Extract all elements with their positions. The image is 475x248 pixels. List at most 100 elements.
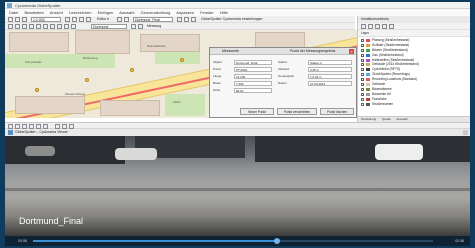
next-extent-icon[interactable]	[43, 24, 48, 29]
list-by-source-icon[interactable]	[368, 24, 373, 29]
copy-icon[interactable]	[72, 17, 77, 22]
date-field[interactable]: 27.03.2013	[308, 81, 352, 86]
layer-checkbox[interactable]: ✓	[361, 73, 365, 77]
delete-point-button[interactable]: Punkt löschen	[320, 108, 354, 115]
point-field[interactable]: PT-0001	[234, 67, 272, 72]
layer-name: GlobeSpotter (Recordings)	[372, 72, 410, 77]
height-field[interactable]: 82,61	[234, 88, 272, 93]
menu-item-geoverarbeitung[interactable]: Geoverarbeitung	[141, 10, 171, 15]
zoom-out-icon[interactable]	[15, 24, 20, 29]
list-by-selection-icon[interactable]	[382, 24, 387, 29]
sketch-icon[interactable]	[117, 17, 122, 22]
layer-checkbox[interactable]: ✓	[361, 87, 365, 91]
object-field[interactable]: Dortmund_Final	[234, 60, 272, 65]
layer-checkbox[interactable]: ✓	[361, 53, 365, 57]
edit-vertices-icon[interactable]	[124, 17, 129, 22]
toc-tab-header: Layer	[358, 30, 470, 37]
menu-item-lesezeichen[interactable]: Lesezeichen	[69, 10, 91, 15]
georef-combo[interactable]: Dortmund	[91, 24, 127, 29]
standard-toolbar: 1:2.000 Editor ▾ Dortmund_Final GlobeSpo…	[5, 16, 355, 23]
recording-point-icon[interactable]	[180, 58, 184, 62]
recording-point-icon[interactable]	[130, 68, 134, 72]
width-field[interactable]: 7,465	[234, 81, 272, 86]
undo-icon[interactable]	[86, 17, 91, 22]
new-file-icon[interactable]	[8, 17, 13, 22]
save-icon[interactable]	[22, 17, 27, 22]
recording-point-icon[interactable]	[35, 88, 39, 92]
playback-progress[interactable]	[33, 238, 433, 244]
globespotter-settings-label[interactable]: GlobeSpotter Cyclomedia einstellungen	[201, 16, 262, 23]
select-features-icon[interactable]	[50, 24, 55, 29]
tab-quelle[interactable]: Quelle	[382, 117, 391, 121]
globespotter-icon[interactable]	[131, 24, 136, 29]
editor-menu[interactable]: Editor ▾	[97, 16, 109, 23]
layer-name: Gebäude (2014 Straßenbestand)	[372, 62, 419, 67]
menu-item-ansicht[interactable]: Ansicht	[50, 10, 63, 15]
close-icon[interactable]: ×	[349, 49, 354, 54]
cut-icon[interactable]	[65, 17, 70, 22]
photo-caption: Dortmund_Final	[19, 216, 84, 226]
menu-item-fenster[interactable]: Fenster	[200, 10, 214, 15]
hyperlink-icon[interactable]	[191, 17, 196, 22]
scale-combo[interactable]: 1:2.000	[31, 17, 61, 22]
layer-checkbox[interactable]: ✓	[361, 58, 365, 62]
layer-checkbox[interactable]	[361, 102, 364, 106]
menu-item-hilfe[interactable]: Hilfe	[220, 10, 228, 15]
zoom-in-icon[interactable]	[8, 24, 13, 29]
paste-icon[interactable]	[79, 17, 84, 22]
layer-name: Bäumstämme	[372, 86, 392, 91]
dialog-subtitle: Punkt der Messungsergebnis	[290, 49, 336, 53]
layer-combo[interactable]: Dortmund_Final	[133, 17, 173, 22]
close-icon[interactable]	[463, 130, 468, 135]
progress-handle[interactable]	[274, 238, 280, 244]
identify-icon[interactable]	[177, 17, 182, 22]
move-point-button[interactable]: Punkt verschieben	[277, 108, 317, 115]
layer-checkbox[interactable]: ✓	[361, 78, 365, 82]
menu-item-einfuegen[interactable]: Einfügen	[98, 10, 114, 15]
previous-extent-icon[interactable]	[36, 24, 41, 29]
recording-point-icon[interactable]	[85, 78, 89, 82]
list-by-visibility-icon[interactable]	[375, 24, 380, 29]
pan-icon[interactable]	[22, 24, 27, 29]
layer-name: Gas (Straßenbestand)	[372, 52, 404, 57]
clear-selection-icon[interactable]	[57, 24, 62, 29]
layer-name: Gebäude	[372, 82, 386, 87]
distance-field[interactable]: 3,25 m	[308, 67, 352, 72]
layer-checkbox[interactable]	[361, 97, 364, 101]
options-icon[interactable]	[389, 24, 394, 29]
layer-checkbox[interactable]: ✓	[361, 68, 365, 72]
info-icon[interactable]	[64, 24, 69, 29]
layer-checkbox[interactable]: ✓	[361, 43, 365, 47]
measure-icon[interactable]	[71, 24, 76, 29]
recording-icon[interactable]	[138, 24, 143, 29]
full-extent-icon[interactable]	[29, 24, 34, 29]
layer-item[interactable]: Straßennamen	[358, 102, 470, 107]
layer-checkbox[interactable]: ✓	[361, 92, 365, 96]
menu-item-bearbeiten[interactable]: Bearbeiten	[24, 10, 43, 15]
park-area	[155, 52, 200, 64]
accuracy-field[interactable]: ± 0,02 m	[308, 74, 352, 79]
building-block	[100, 100, 160, 116]
find-icon[interactable]	[184, 17, 189, 22]
layer-checkbox[interactable]: ✓	[361, 48, 365, 52]
building-block	[140, 34, 200, 52]
layer-checkbox[interactable]: ✓	[361, 83, 365, 87]
menu-item-auswahl[interactable]: Auswahl	[119, 10, 134, 15]
length-field[interactable]: 14,235	[234, 74, 272, 79]
measure-label[interactable]: Messung	[147, 23, 161, 30]
station-field[interactable]: Station 2	[308, 60, 352, 65]
layer-symbol-icon	[366, 68, 370, 72]
tab-auswahl[interactable]: Auswahl	[396, 117, 407, 121]
menu-item-anpassen[interactable]: Anpassen	[176, 10, 194, 15]
open-icon[interactable]	[15, 17, 20, 22]
layer-checkbox[interactable]: ✓	[361, 63, 365, 67]
parked-car	[375, 144, 423, 160]
field-label: Länge	[213, 74, 222, 78]
layer-checkbox[interactable]: ✓	[361, 39, 365, 43]
tab-darstellung[interactable]: Darstellung	[361, 117, 376, 121]
cyclorama-photo[interactable]: Dortmund_Final	[5, 136, 470, 236]
menu-item-datei[interactable]: Datei	[9, 10, 18, 15]
list-by-drawing-order-icon[interactable]	[361, 24, 366, 29]
new-point-button[interactable]: Neuer Punkt	[240, 108, 274, 115]
menu-bar: Datei Bearbeiten Ansicht Lesezeichen Ein…	[5, 9, 470, 16]
